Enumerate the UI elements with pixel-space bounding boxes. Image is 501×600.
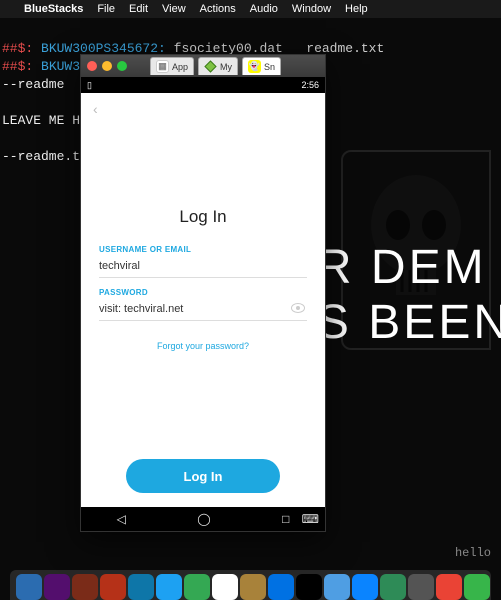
macos-dock [10,570,491,600]
show-password-icon[interactable] [291,302,305,316]
close-button[interactable] [87,61,97,71]
notification-icon: ▯ [87,80,92,91]
dock-app-icon[interactable] [296,574,322,600]
username-label: USERNAME OR EMAIL [99,245,307,254]
menu-file[interactable]: File [97,3,115,15]
android-recents-button[interactable]: □ [282,512,289,526]
dock-app-icon[interactable] [212,574,238,600]
password-label: PASSWORD [99,288,307,297]
username-input[interactable] [99,256,307,278]
android-back-button[interactable]: ◁ [117,512,126,526]
dock-app-icon[interactable] [16,574,42,600]
term-line: --readme.t [2,149,80,164]
emulator-tabs: ▦ App My 👻 Sn [150,57,319,75]
dock-app-icon[interactable] [240,574,266,600]
snapchat-icon: 👻 [248,60,261,73]
maximize-button[interactable] [117,61,127,71]
android-status-bar: ▯ 2:56 [81,77,325,93]
login-button[interactable]: Log In [126,459,280,493]
term-line: --readme [2,77,64,92]
dock-app-icon[interactable] [184,574,210,600]
back-button[interactable]: ‹ [93,101,98,117]
tab-snapchat[interactable]: 👻 Sn [242,57,281,75]
overlay-word: DEM [371,241,487,294]
login-title: Log In [93,207,313,227]
term-trailing: hello [455,546,491,560]
menu-actions[interactable]: Actions [200,3,236,15]
tab-label: App [172,62,188,72]
dock-app-icon[interactable] [324,574,350,600]
android-nav-bar: ◁ ◯ □ ⌨ [81,507,325,531]
dock-app-icon[interactable] [268,574,294,600]
dock-app-icon[interactable] [380,574,406,600]
menu-help[interactable]: Help [345,3,368,15]
forgot-password-link[interactable]: Forgot your password? [93,341,313,351]
tab-apps[interactable]: ▦ App [150,57,194,75]
apps-grid-icon: ▦ [156,60,169,73]
tab-my[interactable]: My [198,57,238,75]
window-traffic-lights [87,61,127,71]
dock-app-icon[interactable] [72,574,98,600]
password-input[interactable] [99,299,307,321]
minimize-button[interactable] [102,61,112,71]
app-menu[interactable]: BlueStacks [24,3,83,15]
macos-menubar: BlueStacks File Edit View Actions Audio … [0,0,501,18]
term-prompt: ##$: [2,59,33,74]
tab-label: My [220,62,232,72]
dock-app-icon[interactable] [436,574,462,600]
android-home-button[interactable]: ◯ [197,512,210,526]
android-keyboard-icon[interactable]: ⌨ [302,512,319,526]
status-time: 2:56 [301,80,319,90]
dock-app-icon[interactable] [156,574,182,600]
bluestacks-icon [204,60,217,73]
overlay-word: BEEN [368,296,501,349]
dock-app-icon[interactable] [44,574,70,600]
menu-audio[interactable]: Audio [250,3,278,15]
dock-app-icon[interactable] [128,574,154,600]
term-line: LEAVE ME H [2,113,80,128]
menu-window[interactable]: Window [292,3,331,15]
menu-view[interactable]: View [162,3,186,15]
menu-edit[interactable]: Edit [129,3,148,15]
bluestacks-window: ▦ App My 👻 Sn ▯ 2:56 ‹ Log In USERNAME O… [80,54,326,532]
tab-label: Sn [264,62,275,72]
dock-app-icon[interactable] [408,574,434,600]
term-prompt: ##$: [2,41,33,56]
dock-app-icon[interactable] [464,574,490,600]
overlay-headline: R DEM S BEEN [317,240,501,350]
dock-app-icon[interactable] [100,574,126,600]
emulator-titlebar[interactable]: ▦ App My 👻 Sn [81,55,325,77]
dock-app-icon[interactable] [352,574,378,600]
snapchat-login-screen: ‹ Log In USERNAME OR EMAIL PASSWORD Forg… [81,93,325,507]
